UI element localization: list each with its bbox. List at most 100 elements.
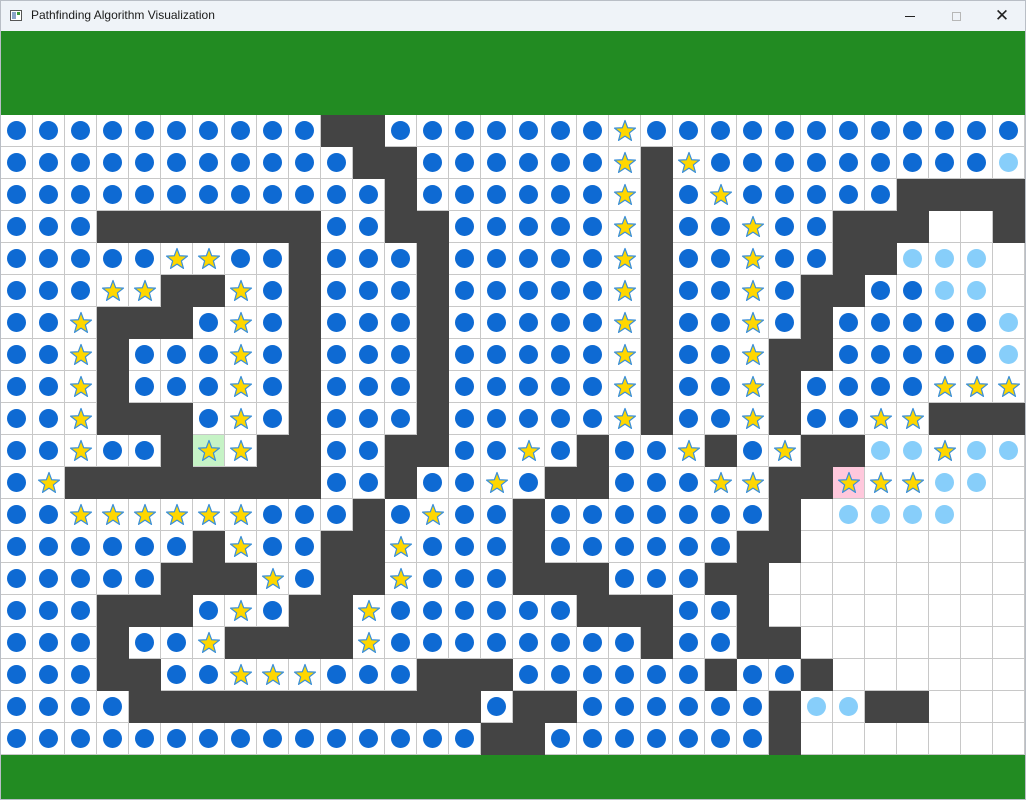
grid-cell-visited[interactable] <box>193 595 225 627</box>
grid-cell-path[interactable] <box>193 499 225 531</box>
grid-cell-visited[interactable] <box>129 339 161 371</box>
grid-cell-visited[interactable] <box>385 243 417 275</box>
grid-cell-visited[interactable] <box>321 147 353 179</box>
grid-cell-visited[interactable] <box>481 275 513 307</box>
grid-cell-visited[interactable] <box>1 691 33 723</box>
grid-cell-wall[interactable] <box>769 499 801 531</box>
grid-cell-visited[interactable] <box>513 275 545 307</box>
grid-cell-visited[interactable] <box>97 723 129 755</box>
grid-cell-path[interactable] <box>385 563 417 595</box>
grid-cell-visited[interactable] <box>33 563 65 595</box>
grid-cell-wall[interactable] <box>257 211 289 243</box>
grid-cell-wall[interactable] <box>289 467 321 499</box>
grid-cell-visited[interactable] <box>65 243 97 275</box>
grid-cell-wall[interactable] <box>769 723 801 755</box>
grid-cell-empty[interactable] <box>801 499 833 531</box>
grid-cell-empty[interactable] <box>993 595 1025 627</box>
grid-cell-visited[interactable] <box>545 339 577 371</box>
grid-cell-path[interactable] <box>609 371 641 403</box>
grid-cell-path[interactable] <box>609 243 641 275</box>
grid-cell-visited[interactable] <box>449 403 481 435</box>
grid-cell-visited[interactable] <box>737 435 769 467</box>
grid-cell-path[interactable] <box>225 531 257 563</box>
grid-cell-visited[interactable] <box>417 723 449 755</box>
grid-cell-wall[interactable] <box>641 403 673 435</box>
grid-cell-visited[interactable] <box>609 467 641 499</box>
grid-cell-wall[interactable] <box>801 659 833 691</box>
grid-cell-visited[interactable] <box>385 115 417 147</box>
grid-cell-visited[interactable] <box>193 723 225 755</box>
grid-cell-wall[interactable] <box>225 563 257 595</box>
grid-cell-visited[interactable] <box>929 307 961 339</box>
grid-cell-visited[interactable] <box>385 499 417 531</box>
grid-cell-visited[interactable] <box>353 211 385 243</box>
grid-cell-visited[interactable] <box>481 627 513 659</box>
grid-cell-empty[interactable] <box>865 659 897 691</box>
grid-cell-visited[interactable] <box>321 371 353 403</box>
grid-cell-wall[interactable] <box>417 691 449 723</box>
grid-cell-visited[interactable] <box>865 339 897 371</box>
grid-cell-wall[interactable] <box>225 691 257 723</box>
grid-cell-visited[interactable] <box>33 147 65 179</box>
grid-cell-visited[interactable] <box>705 339 737 371</box>
grid-cell-visited[interactable] <box>129 563 161 595</box>
grid-cell-wall[interactable] <box>897 211 929 243</box>
grid-cell-visited[interactable] <box>705 595 737 627</box>
grid-cell-wall[interactable] <box>289 275 321 307</box>
grid-cell-visited[interactable] <box>481 307 513 339</box>
grid-cell-frontier[interactable] <box>993 339 1025 371</box>
grid-cell-empty[interactable] <box>993 723 1025 755</box>
grid-cell-visited[interactable] <box>289 115 321 147</box>
grid-cell-visited[interactable] <box>865 275 897 307</box>
grid-cell-wall[interactable] <box>353 531 385 563</box>
grid-cell-visited[interactable] <box>673 659 705 691</box>
grid-cell-visited[interactable] <box>257 275 289 307</box>
grid-cell-visited[interactable] <box>97 243 129 275</box>
grid-cell-empty[interactable] <box>961 723 993 755</box>
grid-cell-path[interactable] <box>225 499 257 531</box>
grid-cell-visited[interactable] <box>1 499 33 531</box>
grid-cell-visited[interactable] <box>129 435 161 467</box>
grid-cell-path[interactable] <box>65 499 97 531</box>
grid-cell-visited[interactable] <box>577 371 609 403</box>
grid-cell-visited[interactable] <box>705 371 737 403</box>
grid-cell-visited[interactable] <box>833 179 865 211</box>
grid-cell-empty[interactable] <box>993 627 1025 659</box>
grid-cell-visited[interactable] <box>129 147 161 179</box>
grid-cell-visited[interactable] <box>385 403 417 435</box>
grid-cell-visited[interactable] <box>321 179 353 211</box>
grid-cell-wall[interactable] <box>609 595 641 627</box>
grid-cell-visited[interactable] <box>161 531 193 563</box>
grid-cell-visited[interactable] <box>833 115 865 147</box>
grid-cell-empty[interactable] <box>833 659 865 691</box>
grid-cell-visited[interactable] <box>481 435 513 467</box>
grid-cell-visited[interactable] <box>1 339 33 371</box>
grid-cell-wall[interactable] <box>641 243 673 275</box>
grid-cell-wall[interactable] <box>193 563 225 595</box>
grid-cell-wall[interactable] <box>545 467 577 499</box>
grid-cell-visited[interactable] <box>65 531 97 563</box>
grid-cell-empty[interactable] <box>929 595 961 627</box>
grid-cell-wall[interactable] <box>129 659 161 691</box>
grid-cell-empty[interactable] <box>769 563 801 595</box>
grid-cell-empty[interactable] <box>929 211 961 243</box>
grid-cell-visited[interactable] <box>673 563 705 595</box>
grid-cell-frontier[interactable] <box>897 243 929 275</box>
grid-cell-visited[interactable] <box>801 243 833 275</box>
grid-cell-visited[interactable] <box>737 691 769 723</box>
grid-cell-path[interactable] <box>961 371 993 403</box>
grid-cell-visited[interactable] <box>673 531 705 563</box>
grid-cell-visited[interactable] <box>33 659 65 691</box>
grid-cell-visited[interactable] <box>481 595 513 627</box>
grid-cell-visited[interactable] <box>417 147 449 179</box>
grid-cell-visited[interactable] <box>257 403 289 435</box>
grid-cell-wall[interactable] <box>129 403 161 435</box>
grid-cell-wall[interactable] <box>737 563 769 595</box>
grid-cell-wall[interactable] <box>641 371 673 403</box>
grid-cell-visited[interactable] <box>449 339 481 371</box>
grid-cell-wall[interactable] <box>65 467 97 499</box>
grid-cell-visited[interactable] <box>801 403 833 435</box>
grid-cell-visited[interactable] <box>65 627 97 659</box>
grid-cell-empty[interactable] <box>929 723 961 755</box>
grid-cell-visited[interactable] <box>673 275 705 307</box>
